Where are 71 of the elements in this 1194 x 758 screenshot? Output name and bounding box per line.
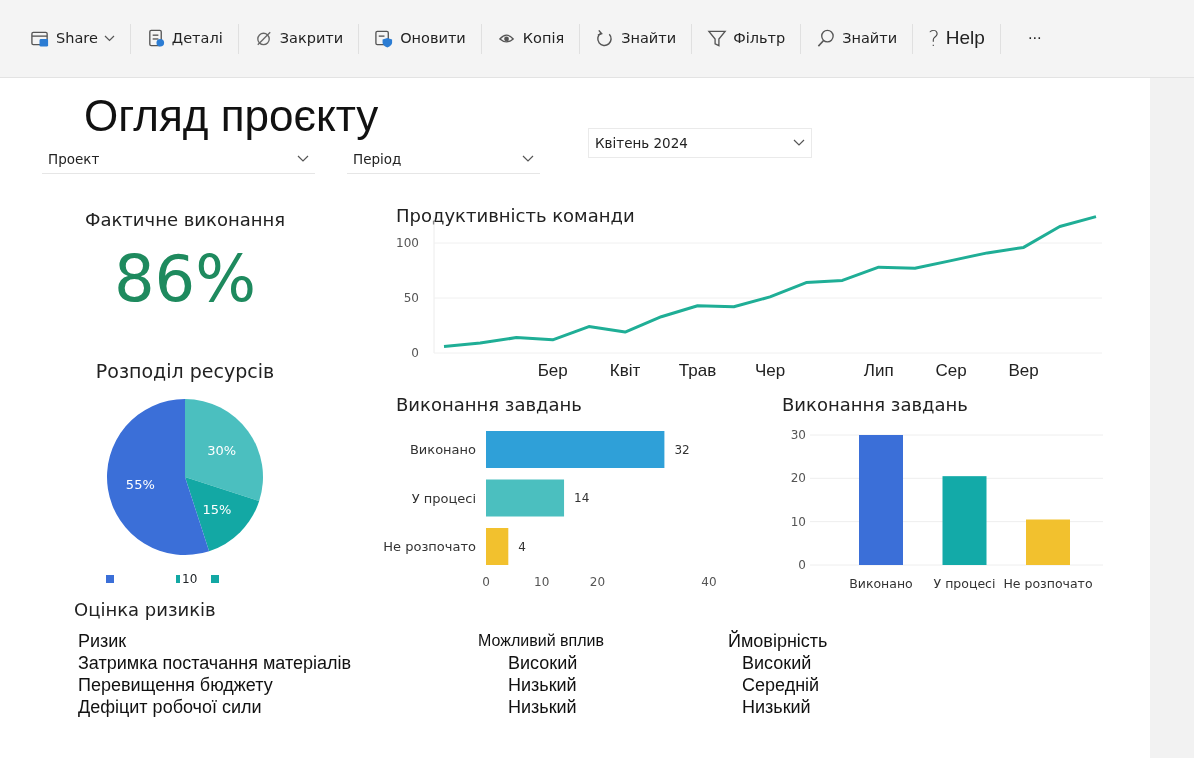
toolbar-button[interactable]: Фільтр (699, 23, 794, 54)
toolbar-button[interactable]: Копія (488, 23, 573, 54)
bar-value-label: 32 (674, 442, 690, 457)
table-cell-text: Перевищення бюджету (78, 675, 274, 698)
axis-category-label: Не розпочато (1003, 576, 1093, 591)
axis-tick-label: Лип (863, 361, 894, 381)
table-cell-text: Середній (741, 675, 821, 698)
section-title: Оцінка ризиків (74, 598, 217, 623)
axis-tick-label: 30 (790, 428, 806, 443)
axis-tick-label: Бер (537, 361, 568, 381)
slice-label: 15% (202, 501, 232, 517)
axis-tick-label: Трав (678, 361, 717, 381)
column-header: Ризик (78, 631, 128, 654)
toolbar-button[interactable]: Закрити (245, 23, 352, 54)
column-header: Ймовірність (728, 631, 829, 654)
chart-bar (1026, 519, 1070, 566)
axis-tick-label: 0 (482, 575, 490, 590)
toolbar-button[interactable]: Знайти (587, 23, 685, 54)
axis-category-label: Виконано (849, 576, 913, 591)
toolbar-button[interactable]: ··· (1019, 23, 1050, 54)
bar-value-label: 4 (518, 539, 526, 554)
table-cell-text: Низький (741, 697, 812, 720)
table-cell-text: Дефіцит робочої сили (78, 697, 263, 720)
table-cell-text: Низький (507, 697, 578, 720)
chart-title: Виконання завдань (782, 393, 969, 418)
slice-label: 30% (207, 443, 237, 459)
toolbar-button[interactable]: ? Help (920, 20, 993, 57)
column-header: Можливий вплив (478, 631, 605, 652)
chart-title: Виконання завдань (396, 393, 583, 418)
axis-tick-label: 10 (790, 515, 806, 530)
axis-category-label: У процесі (411, 490, 476, 506)
axis-tick-label: Квіт (609, 361, 641, 381)
toolbar-button[interactable]: Деталі (137, 23, 231, 54)
filter-dropdown[interactable]: Квітень 2024 (588, 128, 812, 159)
axis-tick-label: 50 (403, 291, 419, 306)
axis-tick-label: Чер (754, 361, 786, 381)
axis-tick-label: 100 (396, 236, 419, 251)
chart-title: Продуктивність команди (396, 204, 636, 229)
axis-category-label: Не розпочато (383, 539, 476, 555)
legend-label: 10 (182, 570, 198, 588)
chevron-down-icon (522, 154, 534, 163)
table-cell-text: Високий (507, 653, 579, 676)
table-cell-text: Низький (507, 675, 578, 698)
shield-document-icon (374, 28, 395, 49)
toolbar-button[interactable]: Оновити (366, 23, 474, 54)
kpi-title: Фактичне виконання (84, 208, 286, 233)
axis-tick-label: 20 (790, 471, 806, 486)
axis-tick-label: 0 (798, 558, 806, 573)
chevron-down-icon (793, 139, 805, 148)
chevron-down-icon (297, 154, 309, 163)
toolbar-button[interactable]: Share (22, 23, 123, 54)
axis-tick-label: 10 (534, 575, 550, 590)
axis-tick-label: 20 (589, 575, 606, 590)
axis-category-label: У процесі (933, 576, 996, 591)
table-cell-text: Високий (741, 653, 813, 676)
filter-icon (707, 28, 728, 49)
chart-bar (486, 528, 509, 566)
chart-title: Розподіл ресурсів (95, 359, 275, 385)
axis-tick-label: Сер (935, 361, 967, 381)
axis-category-label: Виконано (409, 442, 476, 458)
toolbar-button[interactable]: Знайти (808, 23, 906, 54)
axis-tick-label: 0 (411, 346, 419, 361)
help-icon: ? (928, 27, 940, 50)
page-title: Огляд проєкту (84, 92, 380, 141)
table-cell-text: Затримка постачання матеріалів (78, 653, 352, 676)
axis-tick-label: 40 (701, 575, 717, 590)
bar-value-label: 14 (574, 491, 590, 506)
kpi-value: 86% (113, 247, 257, 312)
axis-tick-label: Вер (1008, 361, 1039, 381)
slice-label: 55% (125, 476, 155, 492)
search-icon (816, 28, 837, 49)
